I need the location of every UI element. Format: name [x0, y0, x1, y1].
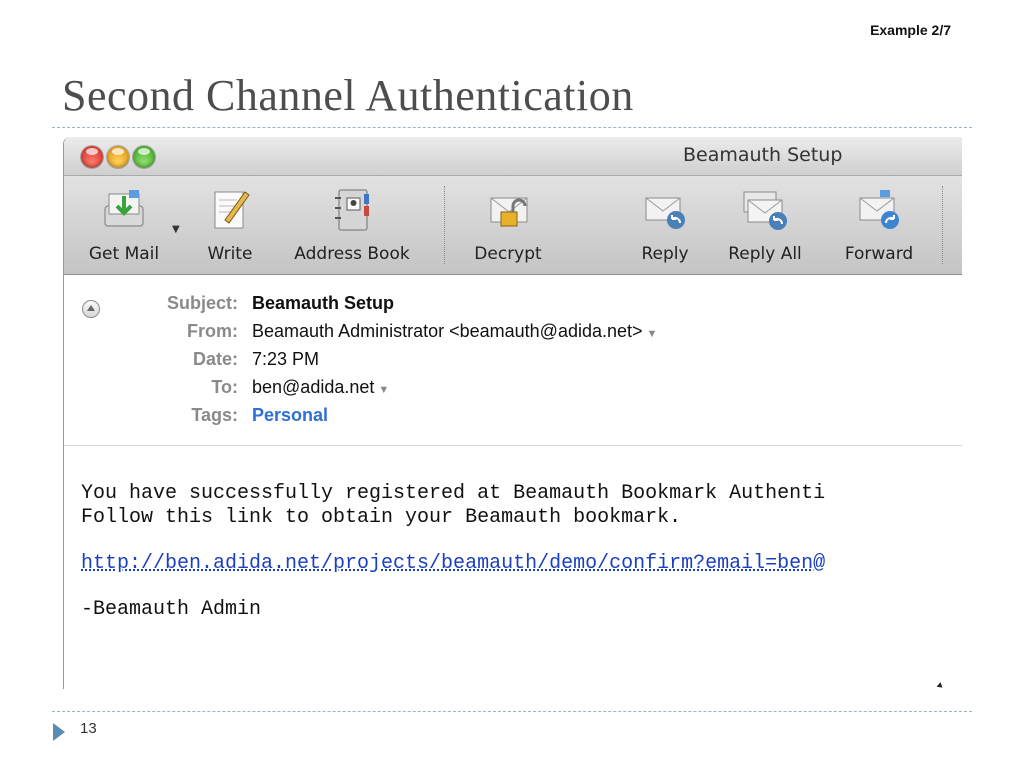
write-label: Write	[207, 244, 253, 264]
title-divider	[52, 127, 972, 128]
mail-window: Beamauth Setup Get Mail ▼ Write Address …	[63, 137, 962, 689]
from-label: From:	[187, 321, 238, 341]
slide-number: 13	[80, 720, 97, 737]
forward-icon	[859, 190, 899, 229]
slide-bullet-icon	[53, 723, 65, 741]
collapse-headers-button[interactable]	[82, 300, 100, 318]
to-value[interactable]: ben@adida.net ▼	[252, 377, 389, 398]
address-book-icon	[335, 189, 369, 231]
headers-divider	[64, 445, 962, 446]
date-value: 7:23 PM	[252, 349, 320, 369]
confirm-link[interactable]: http://ben.adida.net/projects/beamauth/d…	[81, 552, 962, 576]
date-label: Date:	[192, 349, 238, 369]
mail-toolbar: Get Mail ▼ Write Address Book Decrypt Re…	[64, 176, 962, 275]
example-counter: Example 2/7	[870, 22, 951, 38]
to-label: To:	[211, 377, 238, 397]
body-line: Follow this link to obtain your Beamauth…	[81, 506, 682, 529]
forward-button[interactable]: Forward	[832, 176, 926, 274]
reply-button[interactable]: Reply	[626, 176, 704, 274]
tag-personal[interactable]: Personal	[252, 405, 328, 426]
get-mail-dropdown-icon[interactable]: ▼	[172, 224, 180, 235]
reply-all-label: Reply All	[728, 244, 802, 264]
tags-label: Tags:	[191, 405, 238, 425]
reply-label: Reply	[641, 244, 689, 264]
decrypt-icon	[490, 197, 528, 227]
from-dropdown-icon[interactable]: ▼	[647, 328, 658, 340]
decrypt-label: Decrypt	[474, 244, 542, 264]
message-headers: Subject: Beamauth Setup From: Beamauth A…	[64, 275, 962, 445]
address-book-label: Address Book	[294, 244, 410, 264]
body-line: You have successfully registered at Beam…	[81, 482, 826, 505]
toolbar-separator	[942, 186, 943, 264]
get-mail-icon	[104, 190, 144, 227]
to-address[interactable]: ben@adida.net	[252, 377, 374, 397]
from-value[interactable]: Beamauth Administrator <beamauth@adida.n…	[252, 321, 657, 342]
resize-cursor-icon	[936, 682, 945, 689]
write-icon	[214, 191, 250, 229]
message-body: You have successfully registered at Beam…	[81, 482, 962, 622]
address-book-button[interactable]: Address Book	[282, 176, 422, 274]
signature: -Beamauth Admin	[81, 598, 262, 621]
window-titlebar[interactable]: Beamauth Setup	[64, 137, 962, 176]
toolbar-separator	[444, 186, 445, 264]
from-address[interactable]: Beamauth Administrator <beamauth@adida.n…	[252, 321, 643, 341]
get-mail-label: Get Mail	[88, 244, 160, 264]
to-dropdown-icon[interactable]: ▼	[378, 384, 389, 396]
window-title: Beamauth Setup	[683, 144, 843, 166]
forward-label: Forward	[844, 244, 914, 264]
reply-icon	[645, 197, 685, 229]
close-window-button[interactable]	[81, 146, 103, 168]
subject-label: Subject:	[166, 293, 238, 313]
write-button[interactable]: Write	[194, 176, 266, 274]
footer-divider	[52, 711, 972, 712]
subject-value: Beamauth Setup	[252, 293, 395, 313]
reply-all-icon	[743, 191, 787, 230]
reply-all-button[interactable]: Reply All	[714, 176, 816, 274]
decrypt-button[interactable]: Decrypt	[462, 176, 554, 274]
zoom-window-button[interactable]	[133, 146, 155, 168]
get-mail-button[interactable]: Get Mail	[74, 176, 174, 274]
minimize-window-button[interactable]	[107, 146, 129, 168]
slide-title: Second Channel Authentication	[62, 71, 634, 120]
